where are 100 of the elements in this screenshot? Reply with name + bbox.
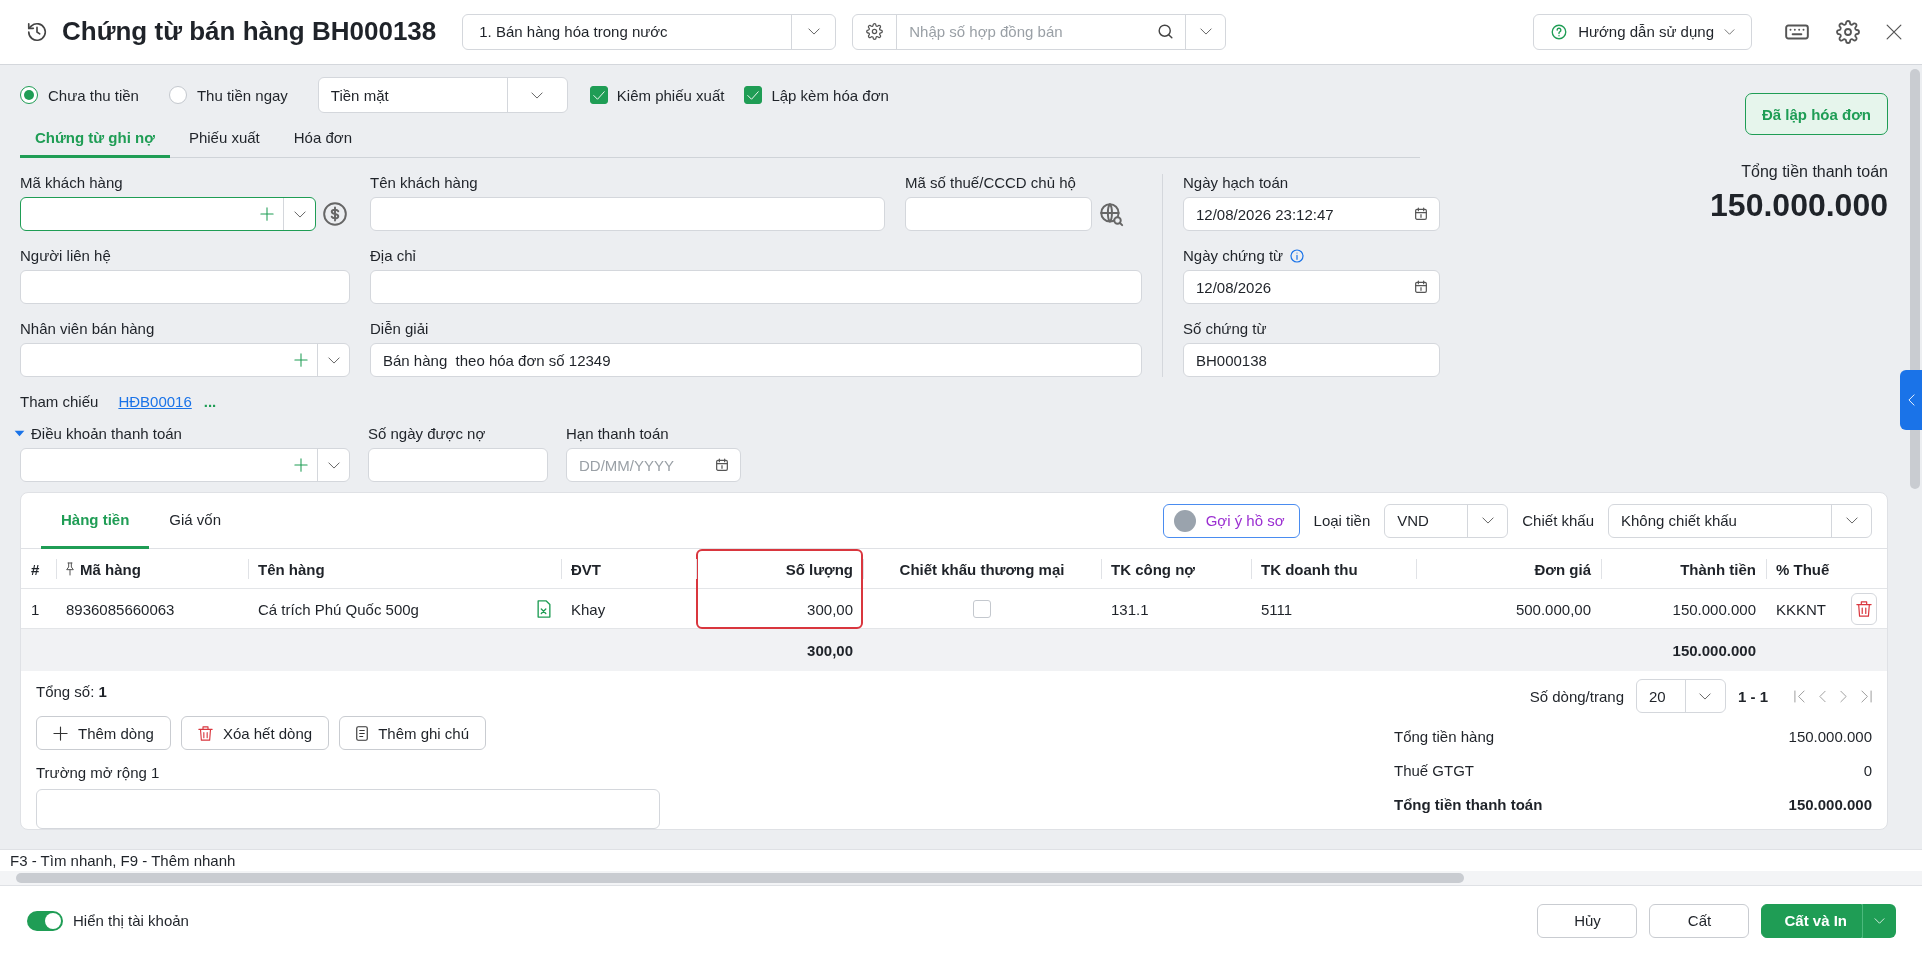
input-field[interactable] bbox=[20, 270, 350, 304]
date-field[interactable]: 12/08/2026 23:12:47 bbox=[1183, 197, 1440, 231]
payment-method-select[interactable]: Tiền mặt bbox=[317, 77, 568, 113]
checkbox[interactable] bbox=[973, 600, 991, 618]
column-header: Số lượng bbox=[785, 560, 853, 578]
input-field[interactable] bbox=[370, 270, 1142, 304]
field-label: Số ngày được nợ bbox=[368, 425, 487, 442]
collapse-tab[interactable] bbox=[1900, 370, 1922, 430]
caret-icon bbox=[14, 430, 25, 437]
currency-select[interactable]: VND bbox=[1384, 503, 1509, 538]
column-header: TK công nợ bbox=[1111, 560, 1195, 578]
reference-link[interactable]: HĐB00016 bbox=[118, 392, 192, 410]
table-cell: 131.1 bbox=[1111, 600, 1149, 618]
action-button[interactable]: Xóa hết dòng bbox=[180, 716, 330, 750]
help-button[interactable]: Hướng dẫn sử dụng bbox=[1533, 13, 1752, 50]
close-icon bbox=[1886, 23, 1902, 40]
question-icon bbox=[1550, 22, 1569, 41]
chevron-down-icon bbox=[1874, 917, 1885, 924]
table-cell: 150.000.000 bbox=[1672, 600, 1756, 618]
table-cell: 5111 bbox=[1261, 600, 1293, 618]
table-cell: 8936085660063 bbox=[66, 600, 175, 618]
field-label: Mã khách hàng bbox=[20, 174, 124, 191]
summary-label: Tổng tiền thanh toán bbox=[1394, 795, 1543, 813]
field-label: Ngày chứng từ bbox=[1183, 247, 1284, 264]
table-cell: 300,00 bbox=[807, 641, 853, 659]
chevron-left-icon bbox=[1907, 394, 1915, 406]
discount-select[interactable]: Không chiết khấu bbox=[1608, 503, 1872, 538]
next-page-button[interactable] bbox=[1840, 689, 1847, 703]
column-header: # bbox=[31, 560, 40, 578]
input-field[interactable]: Bán hàng theo hóa đơn số 12349 bbox=[370, 343, 1142, 377]
voucher-type-select[interactable]: 1. Bán hàng hóa trong nước bbox=[462, 13, 837, 50]
toggle-label: Hiển thị tài khoản bbox=[73, 912, 189, 929]
action-button[interactable]: Thêm ghi chú bbox=[339, 716, 487, 750]
chevron-down-icon bbox=[293, 210, 306, 218]
chevron-down-icon bbox=[1699, 692, 1712, 700]
info-icon[interactable] bbox=[1289, 247, 1306, 264]
history-icon[interactable] bbox=[26, 20, 48, 43]
first-page-button[interactable] bbox=[1794, 689, 1805, 703]
chevron-right-icon bbox=[1840, 689, 1847, 703]
tab[interactable]: Hóa đơn bbox=[278, 121, 367, 158]
customer-code-field[interactable] bbox=[20, 197, 316, 231]
input-field[interactable] bbox=[368, 448, 548, 482]
field-label: Điều khoản thanh toán bbox=[31, 425, 182, 442]
total-amount: 150.000.000 bbox=[1710, 187, 1888, 224]
previous-page-button[interactable] bbox=[1819, 689, 1826, 703]
checkbox-label: Kiêm phiếu xuất bbox=[616, 86, 725, 104]
field-label: Loại tiền bbox=[1313, 512, 1371, 529]
table-cell: 1 bbox=[31, 600, 40, 618]
calendar-icon[interactable] bbox=[1413, 279, 1429, 295]
field-label: Mã số thuế/CCCD chủ hộ bbox=[905, 174, 1077, 191]
checkbox[interactable] bbox=[589, 86, 608, 104]
dollar-icon[interactable] bbox=[322, 201, 348, 227]
field-label: Số dòng/trang bbox=[1529, 687, 1624, 705]
last-page-button[interactable] bbox=[1861, 689, 1872, 703]
date-field[interactable]: DD/MM/YYYY bbox=[566, 448, 741, 482]
field-label: Trường mở rộng 1 bbox=[36, 764, 160, 781]
plus-icon bbox=[260, 207, 274, 221]
close-button[interactable] bbox=[1886, 23, 1902, 40]
delete-row-button[interactable] bbox=[1851, 593, 1877, 625]
contract-search-field[interactable]: Nhập số hợp đồng bán bbox=[852, 13, 1227, 50]
field-label: Ngày hạch toán bbox=[1183, 174, 1290, 191]
input-field[interactable] bbox=[905, 197, 1092, 231]
date-field[interactable]: 12/08/2026 bbox=[1183, 270, 1440, 304]
more-options-button[interactable] bbox=[1862, 903, 1896, 938]
scrollbar[interactable] bbox=[16, 873, 1464, 883]
avatar-icon bbox=[1173, 509, 1196, 532]
toggle-switch[interactable] bbox=[27, 910, 63, 931]
footer-button[interactable]: Cất bbox=[1649, 903, 1750, 938]
radio-button[interactable] bbox=[20, 86, 38, 104]
summary-label: Thuế GTGT bbox=[1394, 761, 1475, 779]
expand-toggle[interactable] bbox=[14, 430, 25, 437]
tab[interactable]: Giá vốn bbox=[149, 492, 242, 549]
calendar-icon[interactable] bbox=[714, 457, 730, 473]
table-cell: 500.000,00 bbox=[1515, 600, 1591, 618]
input-field[interactable] bbox=[370, 197, 885, 231]
chevron-down-icon bbox=[1724, 28, 1735, 35]
calendar-icon[interactable] bbox=[1413, 206, 1429, 222]
input-field[interactable]: BH000138 bbox=[1183, 343, 1440, 377]
tab[interactable]: Phiếu xuất bbox=[173, 121, 275, 158]
footer-button[interactable]: Hủy bbox=[1537, 903, 1638, 938]
summary-value: 150.000.000 bbox=[1788, 727, 1872, 745]
globe-search-icon[interactable] bbox=[1098, 201, 1124, 227]
spreadsheet-file-icon[interactable] bbox=[537, 600, 551, 618]
chevron-down-icon bbox=[531, 91, 544, 99]
text-area[interactable] bbox=[36, 789, 660, 829]
payment-terms-field[interactable] bbox=[20, 448, 350, 482]
pin-icon[interactable] bbox=[66, 562, 74, 576]
page-size-select[interactable]: 20 bbox=[1636, 679, 1726, 713]
settings-icon bbox=[1836, 19, 1860, 44]
field-label: Số chứng từ bbox=[1183, 320, 1268, 337]
check-icon bbox=[747, 90, 760, 100]
radio-button[interactable] bbox=[168, 86, 187, 104]
salesperson-field[interactable] bbox=[20, 343, 350, 377]
shortcut-hint: F3 - Tìm nhanh, F9 - Thêm nhanh bbox=[10, 852, 236, 869]
suggest-button[interactable]: Gợi ý hồ sơ bbox=[1162, 503, 1300, 538]
checkbox[interactable] bbox=[744, 86, 763, 104]
field-label: Người liên hệ bbox=[20, 247, 112, 264]
chevron-down-icon bbox=[1481, 517, 1494, 524]
action-button[interactable]: Thêm dòng bbox=[36, 716, 171, 750]
settings-button[interactable] bbox=[1836, 19, 1860, 44]
